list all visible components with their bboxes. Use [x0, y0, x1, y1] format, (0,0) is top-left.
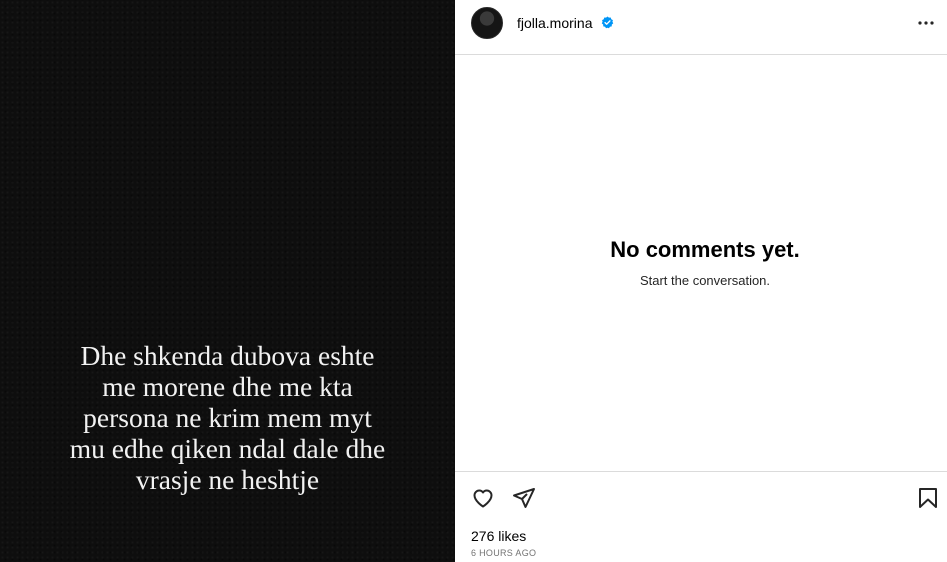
avatar[interactable] [471, 7, 503, 39]
no-comments-subtitle: Start the conversation. [639, 273, 771, 288]
username-link[interactable]: fjolla.morina [517, 15, 592, 31]
post-actions: 276 likes 6 HOURS AGO [455, 471, 947, 562]
bookmark-icon[interactable] [916, 486, 940, 510]
likes-count[interactable]: 276 likes [471, 528, 526, 544]
heart-icon[interactable] [471, 486, 495, 510]
story-text: Dhe shkenda dubova eshte me morene dhe m… [69, 340, 386, 495]
post-header: fjolla.morina [455, 0, 947, 55]
verified-badge-icon [601, 16, 614, 29]
paper-plane-icon[interactable] [512, 486, 536, 510]
more-options-icon[interactable] [916, 18, 936, 28]
no-comments-title: No comments yet. [610, 237, 800, 262]
post-media: Dhe shkenda dubova eshte me morene dhe m… [0, 0, 455, 562]
post-sidebar: fjolla.morina No comments yet. Start the… [455, 0, 947, 562]
post-timestamp[interactable]: 6 HOURS AGO [471, 548, 536, 558]
